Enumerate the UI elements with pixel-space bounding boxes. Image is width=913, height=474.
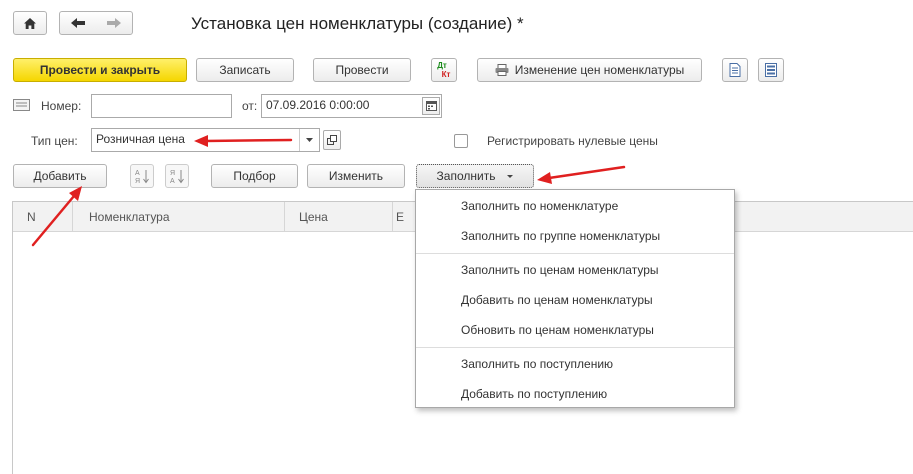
sort-ascending-button[interactable]: А Я [130, 164, 154, 188]
menu-fill-by-nomenclature-group[interactable]: Заполнить по группе номенклатуры [416, 221, 734, 251]
register-zero-prices-label: Регистрировать нулевые цены [487, 134, 658, 148]
svg-text:А: А [135, 170, 140, 177]
back-button[interactable] [70, 17, 86, 29]
arrow-left-icon [71, 18, 85, 28]
column-header-n[interactable]: N [13, 202, 73, 232]
menu-separator [416, 253, 734, 254]
history-nav [59, 11, 133, 35]
price-type-label: Тип цен: [31, 134, 78, 148]
dtkt-button[interactable]: Дт Кт [431, 58, 457, 82]
save-button[interactable]: Записать [196, 58, 294, 82]
arrow-right-icon [107, 18, 121, 28]
number-field[interactable] [91, 94, 232, 118]
dtkt-icon-top: Дт [437, 61, 447, 70]
fill-button[interactable]: Заполнить [416, 164, 534, 188]
date-label: от: [242, 99, 258, 113]
chevron-down-icon [306, 138, 313, 142]
post-and-close-button[interactable]: Провести и закрыть [13, 58, 187, 82]
menu-separator [416, 347, 734, 348]
home-icon [24, 17, 36, 29]
print-price-change-button[interactable]: Изменение цен номенклатуры [477, 58, 702, 82]
price-type-field[interactable]: Розничная цена [91, 128, 320, 152]
price-type-open-button[interactable] [323, 130, 341, 150]
page-title: Установка цен номенклатуры (создание) * [191, 14, 524, 33]
menu-fill-by-prices[interactable]: Заполнить по ценам номенклатуры [416, 255, 734, 285]
fill-button-label: Заполнить [436, 169, 496, 183]
menu-add-by-receipt[interactable]: Добавить по поступлению [416, 379, 734, 409]
sort-descending-button[interactable]: Я А [165, 164, 189, 188]
menu-update-by-prices[interactable]: Обновить по ценам номенклатуры [416, 315, 734, 345]
svg-text:Я: Я [170, 170, 175, 177]
number-label: Номер: [41, 99, 82, 113]
price-type-dropdown-button[interactable] [299, 129, 319, 151]
svg-text:А: А [170, 178, 175, 184]
pick-button[interactable]: Подбор [211, 164, 298, 188]
column-header-nomenclature[interactable]: Номенклатура [73, 202, 285, 232]
register-zero-prices-checkbox[interactable] [454, 134, 468, 148]
open-window-icon [327, 135, 337, 145]
calendar-button[interactable] [422, 97, 440, 115]
calendar-icon [425, 101, 437, 111]
add-button[interactable]: Добавить [13, 164, 107, 188]
menu-add-by-prices[interactable]: Добавить по ценам номенклатуры [416, 285, 734, 315]
svg-text:Я: Я [135, 178, 140, 184]
document-button[interactable] [722, 58, 748, 82]
comment-icon [13, 99, 30, 111]
sort-ascending-icon: А Я [135, 170, 149, 184]
register-icon [765, 63, 777, 77]
register-button[interactable] [758, 58, 784, 82]
date-field[interactable]: 07.09.2016 0:00:00 [261, 94, 442, 118]
home-button[interactable] [13, 11, 47, 35]
menu-fill-by-receipt[interactable]: Заполнить по поступлению [416, 349, 734, 379]
fill-dropdown-menu: Заполнить по номенклатуре Заполнить по г… [415, 189, 735, 408]
printer-icon [495, 64, 509, 76]
print-price-change-label: Изменение цен номенклатуры [514, 63, 685, 77]
forward-button[interactable] [106, 17, 122, 29]
annotation-arrow-fill-button [537, 165, 626, 184]
chevron-down-icon [507, 174, 514, 178]
column-header-price[interactable]: Цена [285, 202, 393, 232]
dtkt-icon-bottom: Кт [441, 70, 451, 79]
menu-fill-by-nomenclature[interactable]: Заполнить по номенклатуре [416, 191, 734, 221]
change-button[interactable]: Изменить [307, 164, 405, 188]
sort-descending-icon: Я А [170, 170, 184, 184]
document-icon [729, 63, 741, 77]
post-button[interactable]: Провести [313, 58, 411, 82]
